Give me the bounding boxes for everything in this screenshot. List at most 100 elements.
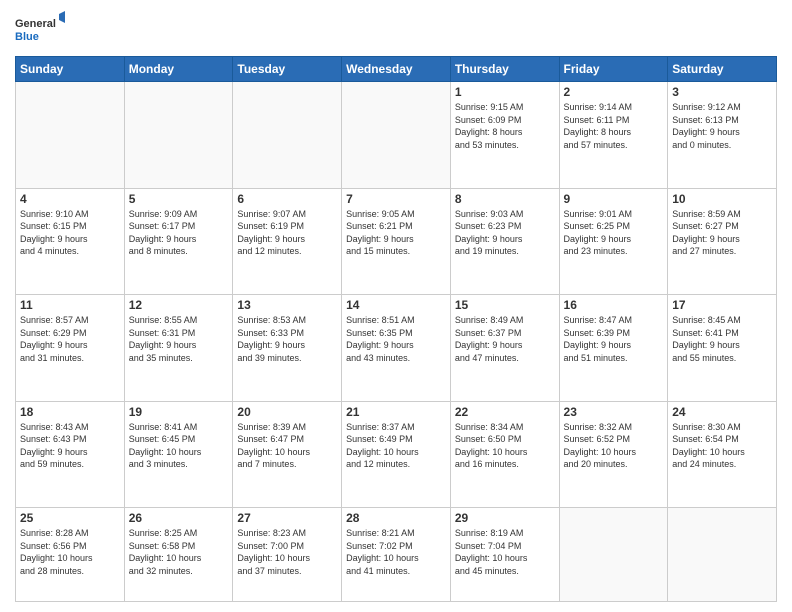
day-info: Sunrise: 9:14 AM Sunset: 6:11 PM Dayligh… [564,101,664,151]
calendar-cell: 10 Sunrise: 8:59 AM Sunset: 6:27 PM Dayli… [668,188,777,295]
calendar-cell [124,82,233,189]
day-info: Sunrise: 9:12 AM Sunset: 6:13 PM Dayligh… [672,101,772,151]
weekday-header: Monday [124,57,233,82]
calendar-cell: 11 Sunrise: 8:57 AM Sunset: 6:29 PM Dayli… [16,295,125,402]
calendar-cell: 5 Sunrise: 9:09 AM Sunset: 6:17 PM Daylig… [124,188,233,295]
calendar-cell: 22 Sunrise: 8:34 AM Sunset: 6:50 PM Dayli… [450,401,559,508]
day-number: 20 [237,405,337,419]
day-info: Sunrise: 8:23 AM Sunset: 7:00 PM Dayligh… [237,527,337,577]
day-number: 16 [564,298,664,312]
calendar-cell: 9 Sunrise: 9:01 AM Sunset: 6:25 PM Daylig… [559,188,668,295]
calendar-cell: 26 Sunrise: 8:25 AM Sunset: 6:58 PM Dayli… [124,508,233,602]
day-info: Sunrise: 9:07 AM Sunset: 6:19 PM Dayligh… [237,208,337,258]
calendar-cell: 18 Sunrise: 8:43 AM Sunset: 6:43 PM Dayli… [16,401,125,508]
calendar-cell: 4 Sunrise: 9:10 AM Sunset: 6:15 PM Daylig… [16,188,125,295]
calendar-cell: 23 Sunrise: 8:32 AM Sunset: 6:52 PM Dayli… [559,401,668,508]
day-info: Sunrise: 8:49 AM Sunset: 6:37 PM Dayligh… [455,314,555,364]
weekday-header: Wednesday [342,57,451,82]
weekday-header: Thursday [450,57,559,82]
calendar-cell: 28 Sunrise: 8:21 AM Sunset: 7:02 PM Dayli… [342,508,451,602]
day-number: 8 [455,192,555,206]
day-info: Sunrise: 9:10 AM Sunset: 6:15 PM Dayligh… [20,208,120,258]
day-info: Sunrise: 8:57 AM Sunset: 6:29 PM Dayligh… [20,314,120,364]
calendar-cell [16,82,125,189]
calendar-cell: 16 Sunrise: 8:47 AM Sunset: 6:39 PM Dayli… [559,295,668,402]
weekday-header: Tuesday [233,57,342,82]
calendar-cell: 8Sunrise: 9:03 AM Sunset: 6:23 PM Daylig… [450,188,559,295]
day-info: Sunrise: 8:41 AM Sunset: 6:45 PM Dayligh… [129,421,229,471]
logo: General Blue [15,10,65,48]
day-number: 24 [672,405,772,419]
day-number: 7 [346,192,446,206]
calendar-cell [559,508,668,602]
calendar-cell: 20Sunrise: 8:39 AM Sunset: 6:47 PM Dayli… [233,401,342,508]
calendar-cell: 3 Sunrise: 9:12 AM Sunset: 6:13 PM Daylig… [668,82,777,189]
calendar-cell: 29 Sunrise: 8:19 AM Sunset: 7:04 PM Dayli… [450,508,559,602]
day-number: 4 [20,192,120,206]
day-number: 3 [672,85,772,99]
calendar-cell [342,82,451,189]
weekday-header: Saturday [668,57,777,82]
day-number: 1 [455,85,555,99]
day-number: 27 [237,511,337,525]
calendar-cell: 1 Sunrise: 9:15 AM Sunset: 6:09 PM Daylig… [450,82,559,189]
svg-text:General: General [15,18,56,30]
calendar-cell: 15 Sunrise: 8:49 AM Sunset: 6:37 PM Dayli… [450,295,559,402]
weekday-header: Sunday [16,57,125,82]
day-info: Sunrise: 8:53 AM Sunset: 6:33 PM Dayligh… [237,314,337,364]
day-info: Sunrise: 8:37 AM Sunset: 6:49 PM Dayligh… [346,421,446,471]
day-info: Sunrise: 8:28 AM Sunset: 6:56 PM Dayligh… [20,527,120,577]
day-info: Sunrise: 8:51 AM Sunset: 6:35 PM Dayligh… [346,314,446,364]
calendar-cell: 2 Sunrise: 9:14 AM Sunset: 6:11 PM Daylig… [559,82,668,189]
day-number: 18 [20,405,120,419]
day-number: 12 [129,298,229,312]
day-number: 6 [237,192,337,206]
day-number: 19 [129,405,229,419]
day-number: 23 [564,405,664,419]
calendar-cell: 12 Sunrise: 8:55 AM Sunset: 6:31 PM Dayli… [124,295,233,402]
day-number: 2 [564,85,664,99]
calendar-cell [668,508,777,602]
day-number: 5 [129,192,229,206]
day-info: Sunrise: 8:47 AM Sunset: 6:39 PM Dayligh… [564,314,664,364]
header: General Blue [15,10,777,48]
day-number: 29 [455,511,555,525]
calendar-cell: 19 Sunrise: 8:41 AM Sunset: 6:45 PM Dayli… [124,401,233,508]
day-info: Sunrise: 8:55 AM Sunset: 6:31 PM Dayligh… [129,314,229,364]
day-number: 17 [672,298,772,312]
calendar-cell: 17Sunrise: 8:45 AM Sunset: 6:41 PM Dayli… [668,295,777,402]
calendar-cell: 24 Sunrise: 8:30 AM Sunset: 6:54 PM Dayli… [668,401,777,508]
day-info: Sunrise: 8:30 AM Sunset: 6:54 PM Dayligh… [672,421,772,471]
day-info: Sunrise: 8:19 AM Sunset: 7:04 PM Dayligh… [455,527,555,577]
day-info: Sunrise: 8:21 AM Sunset: 7:02 PM Dayligh… [346,527,446,577]
calendar-cell [233,82,342,189]
day-number: 26 [129,511,229,525]
day-info: Sunrise: 8:43 AM Sunset: 6:43 PM Dayligh… [20,421,120,471]
weekday-header: Friday [559,57,668,82]
day-number: 9 [564,192,664,206]
calendar-cell: 6 Sunrise: 9:07 AM Sunset: 6:19 PM Daylig… [233,188,342,295]
day-info: Sunrise: 9:15 AM Sunset: 6:09 PM Dayligh… [455,101,555,151]
day-number: 10 [672,192,772,206]
day-number: 22 [455,405,555,419]
logo-svg: General Blue [15,10,65,48]
day-info: Sunrise: 8:32 AM Sunset: 6:52 PM Dayligh… [564,421,664,471]
day-number: 15 [455,298,555,312]
svg-text:Blue: Blue [15,31,39,43]
day-info: Sunrise: 8:59 AM Sunset: 6:27 PM Dayligh… [672,208,772,258]
day-number: 28 [346,511,446,525]
day-info: Sunrise: 8:25 AM Sunset: 6:58 PM Dayligh… [129,527,229,577]
day-number: 11 [20,298,120,312]
day-info: Sunrise: 9:01 AM Sunset: 6:25 PM Dayligh… [564,208,664,258]
day-info: Sunrise: 8:34 AM Sunset: 6:50 PM Dayligh… [455,421,555,471]
day-info: Sunrise: 9:09 AM Sunset: 6:17 PM Dayligh… [129,208,229,258]
calendar-cell: 7 Sunrise: 9:05 AM Sunset: 6:21 PM Daylig… [342,188,451,295]
page: General Blue SundayMondayTuesdayWednesda… [0,0,792,612]
day-number: 21 [346,405,446,419]
day-number: 14 [346,298,446,312]
calendar-cell: 27 Sunrise: 8:23 AM Sunset: 7:00 PM Dayli… [233,508,342,602]
day-info: Sunrise: 9:05 AM Sunset: 6:21 PM Dayligh… [346,208,446,258]
calendar-cell: 14 Sunrise: 8:51 AM Sunset: 6:35 PM Dayli… [342,295,451,402]
day-number: 13 [237,298,337,312]
day-number: 25 [20,511,120,525]
